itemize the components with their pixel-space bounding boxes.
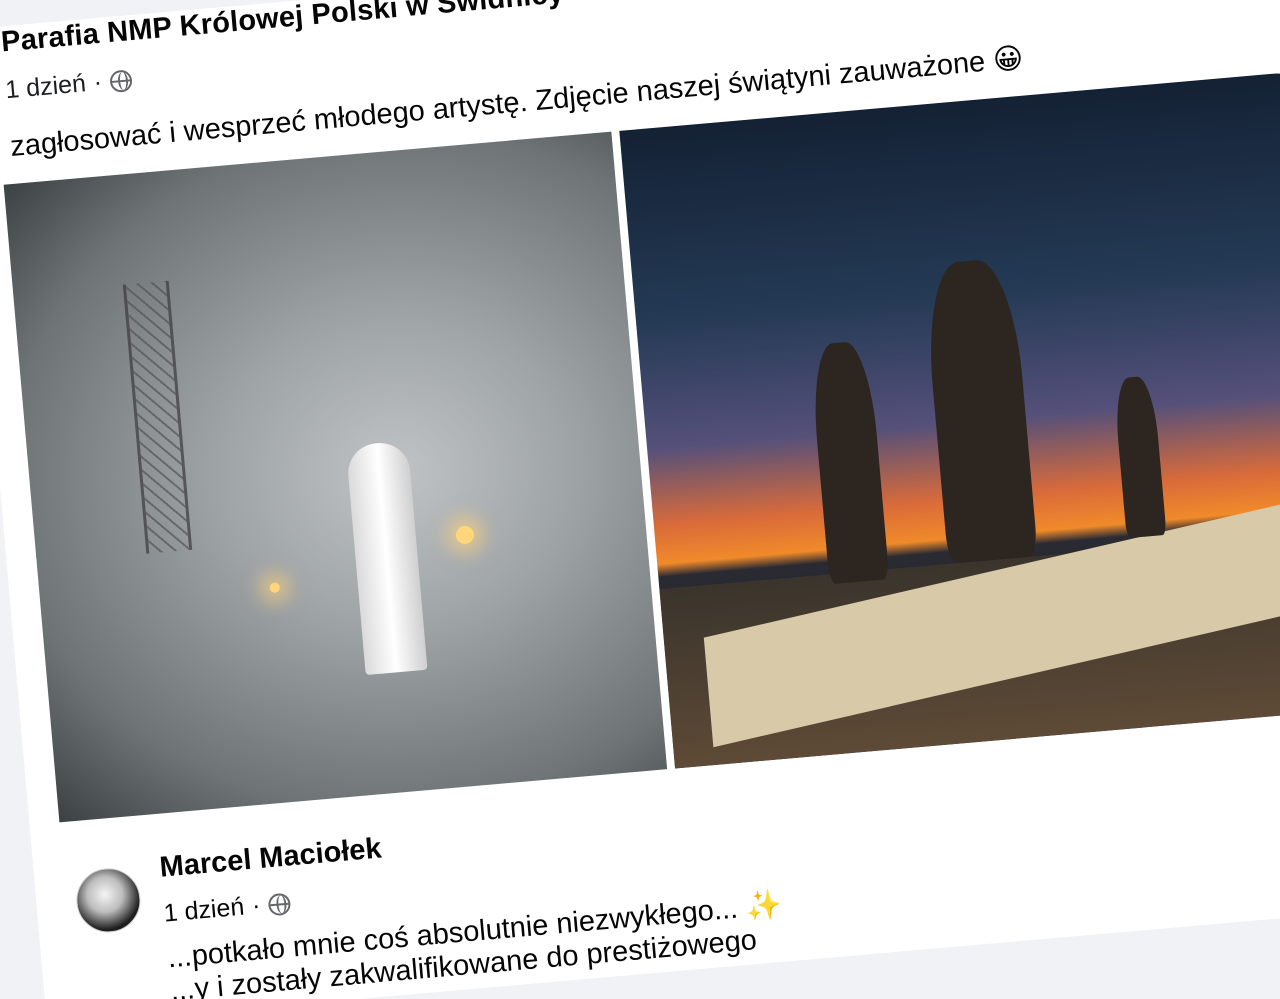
- globe-icon: [109, 68, 133, 93]
- comment-author-name[interactable]: Marcel Maciołek: [158, 832, 382, 884]
- post-photo-grid: [3, 71, 1280, 823]
- radio-mast-shape: [122, 280, 193, 554]
- statue-left: [808, 340, 890, 585]
- statue-right: [1112, 375, 1167, 539]
- post-timestamp[interactable]: 1 dzień: [4, 69, 87, 105]
- comment-meta-separator: ·: [250, 891, 262, 920]
- lamp-glow-small: [269, 582, 281, 594]
- lighthouse-tower-shape: [345, 440, 428, 676]
- fog-tower-photo[interactable]: [3, 131, 668, 823]
- tilted-feed: Parafia NMP Królowej Polski w Świdnicy 1…: [0, 0, 1280, 999]
- meta-separator: ·: [92, 67, 104, 97]
- angel-statue: [922, 257, 1038, 564]
- sunset-angel-statues-photo[interactable]: [619, 71, 1280, 769]
- avatar[interactable]: [73, 865, 144, 936]
- facebook-post: Parafia NMP Królowej Polski w Świdnicy 1…: [0, 0, 1280, 999]
- comment-timestamp[interactable]: 1 dzień: [163, 893, 246, 929]
- screenshot-stage: Parafia NMP Królowej Polski w Świdnicy 1…: [0, 0, 1280, 999]
- globe-icon: [267, 892, 292, 916]
- lamp-glow: [455, 525, 475, 545]
- post-meta: 1 dzień ·: [4, 65, 133, 105]
- post-author-name[interactable]: Parafia NMP Królowej Polski w Świdnicy: [0, 0, 565, 59]
- comment-meta: 1 dzień ·: [163, 889, 292, 929]
